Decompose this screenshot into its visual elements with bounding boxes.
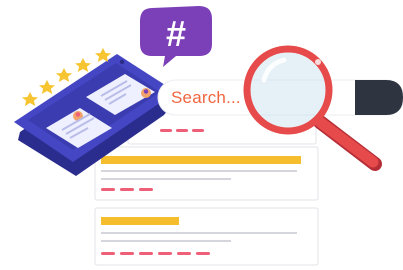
- result-card-2: [94, 146, 319, 201]
- hashtag-symbol: #: [166, 13, 186, 54]
- star-icon: [22, 92, 38, 106]
- star-icon: [39, 80, 55, 94]
- search-illustration: # Search...: [0, 0, 403, 270]
- illustration-canvas: #: [14, 6, 403, 266]
- result-card-3: [94, 207, 319, 266]
- search-input[interactable]: Search...: [171, 88, 241, 108]
- star-icon: [75, 58, 91, 72]
- star-icon: [56, 68, 72, 82]
